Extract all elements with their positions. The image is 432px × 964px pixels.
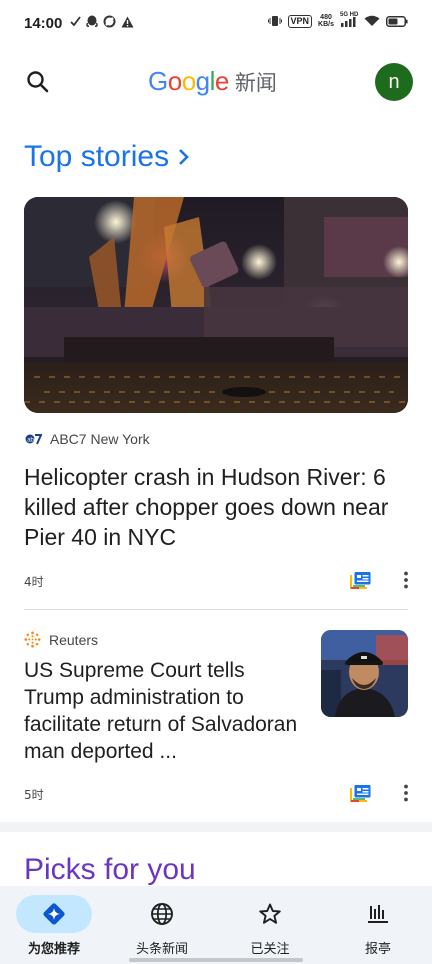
article-2-source-name: Reuters (49, 631, 99, 648)
article-2-source[interactable]: Reuters (24, 631, 98, 648)
top-stories-heading[interactable]: Top stories (24, 140, 191, 174)
notification-icons (70, 15, 134, 28)
nav-newsstand[interactable]: 报亭 (324, 886, 432, 964)
bottom-navigation: 为您推荐 头条新闻 已关注 报亭 (0, 886, 432, 964)
qq-notification-icon (86, 15, 98, 27)
newsstand-icon (368, 905, 388, 923)
hero-article-image[interactable] (24, 197, 408, 413)
warning-icon (121, 16, 134, 27)
battery-icon (386, 15, 408, 27)
full-coverage-icon[interactable] (350, 571, 372, 589)
nav-following[interactable]: 已关注 (216, 886, 324, 964)
reuters-logo-icon (24, 631, 41, 648)
status-right: VPN 480 KB/s 5G HD (267, 12, 408, 28)
nav-headlines-label: 头条新闻 (135, 942, 188, 957)
top-stories-title: Top stories (24, 140, 170, 173)
article-divider (24, 609, 408, 610)
man-portrait-photo (321, 630, 408, 717)
article-2-thumbnail[interactable] (321, 630, 408, 717)
wifi-icon (364, 15, 380, 26)
globe-icon (151, 903, 173, 925)
article-1-time: 4时 (24, 575, 44, 589)
nav-headlines[interactable]: 头条新闻 (108, 886, 216, 964)
news-wordmark: 新闻 (234, 71, 277, 95)
svg-text:abc: abc (27, 438, 37, 444)
search-icon (27, 71, 49, 93)
article-1-headline[interactable]: Helicopter crash in Hudson River: 6 kill… (24, 462, 408, 552)
article-1-source-name: ABC7 New York (50, 431, 150, 447)
article-1-more-icon[interactable] (403, 571, 409, 589)
article-2-headline[interactable]: US Supreme Court tells Trump administrat… (24, 657, 309, 765)
sync-notification-icon (103, 15, 116, 28)
google-news-logo: Google 新闻 (148, 66, 277, 97)
vibrate-icon (267, 16, 282, 26)
nav-newsstand-label: 报亭 (364, 942, 391, 957)
account-avatar[interactable]: n (375, 63, 413, 101)
google-wordmark: Google (148, 66, 229, 96)
app-header: Google 新闻 n (0, 58, 432, 106)
article-1-source[interactable]: abc ABC7 New York (24, 431, 150, 447)
nav-following-label: 已关注 (250, 942, 290, 957)
full-coverage-icon[interactable] (350, 784, 372, 802)
article-2-time: 5时 (24, 788, 44, 802)
check-notification-icon (70, 16, 81, 27)
status-bar: 14:00 VPN 480 KB/s 5G HD (0, 0, 432, 50)
nav-for-you-label: 为您推荐 (27, 942, 80, 957)
for-you-sparkle-icon (43, 903, 65, 925)
star-icon (259, 903, 281, 924)
network-speed: 480 KB/s (318, 14, 334, 28)
cell-signal: 5G HD (340, 12, 358, 27)
section-separator (0, 822, 432, 832)
picks-for-you-title[interactable]: Picks for you (24, 853, 196, 887)
nav-for-you[interactable]: 为您推荐 (0, 886, 108, 964)
signal-bars-icon (341, 17, 356, 27)
status-time: 14:00 (24, 15, 63, 32)
abc7-logo-icon: abc (25, 434, 42, 445)
helicopter-crash-photo (24, 197, 408, 413)
article-2-more-icon[interactable] (403, 784, 409, 802)
search-button[interactable] (24, 68, 52, 96)
vpn-badge: VPN (287, 14, 313, 28)
chevron-right-icon (179, 149, 189, 165)
home-indicator[interactable] (129, 958, 303, 962)
